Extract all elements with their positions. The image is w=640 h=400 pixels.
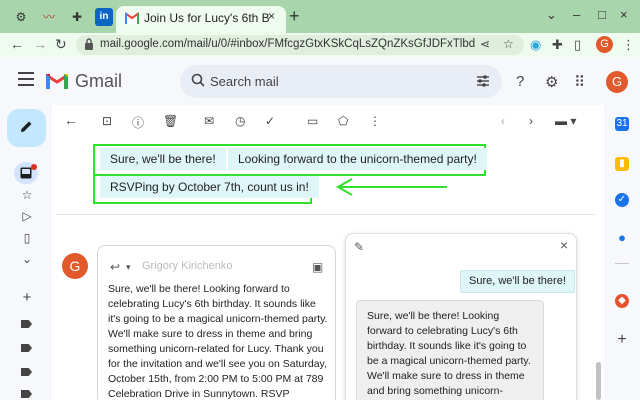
more-options-icon[interactable]: ⋮ [369, 114, 381, 128]
nav-sent-icon[interactable]: ▷ [20, 209, 34, 223]
label-icon[interactable]: ⬠ [338, 114, 348, 128]
nav-inbox[interactable] [14, 162, 38, 184]
tab-title: Join Us for Lucy's 6th Birt [144, 11, 270, 25]
label-tag-icon[interactable] [21, 344, 32, 352]
unread-dot [31, 164, 37, 170]
settings-gear-icon[interactable]: ⚙ [545, 73, 558, 91]
addon-icon[interactable]: ◆ [615, 294, 629, 308]
forward-icon[interactable]: → [33, 36, 47, 52]
maximize-icon[interactable]: □ [598, 7, 606, 22]
pencil-icon [21, 121, 32, 132]
move-to-icon[interactable]: ▭ [307, 114, 318, 128]
sender-avatar: G [62, 253, 88, 279]
suggestion-chip[interactable]: Looking forward to the unicorn-themed pa… [228, 148, 487, 170]
input-tools-icon[interactable]: ▬ ▾ [555, 114, 576, 128]
address-bar-row: ← → ↻ mail.google.com/mail/u/0/#inbox/FM… [0, 33, 640, 57]
url-text: mail.google.com/mail/u/0/#inbox/FMfcgzGt… [100, 38, 476, 50]
lock-icon [85, 38, 93, 50]
left-nav-rail: ☆ ▷ ▯ ⌄ + [0, 105, 52, 400]
nav-starred-icon[interactable]: ☆ [20, 188, 34, 202]
reply-arrow-icon[interactable]: ↩ [110, 260, 120, 274]
report-spam-icon[interactable]: ⓘ [132, 114, 144, 131]
extensions-puzzle-icon[interactable]: ✚ [552, 37, 563, 53]
scrollbar[interactable] [596, 362, 601, 400]
nav-drafts-icon[interactable]: ▯ [20, 231, 34, 245]
apps-grid-icon[interactable]: ⠿ [574, 73, 585, 91]
back-to-inbox-icon[interactable]: ← [64, 112, 78, 128]
add-label-icon[interactable]: + [20, 290, 34, 305]
pinned-tab-icon[interactable]: 〰 [40, 8, 58, 26]
panel-suggestion-chip[interactable]: Sure, we'll be there! [460, 270, 575, 293]
tab-search-icon[interactable]: ⌄ [546, 7, 557, 23]
account-avatar[interactable]: G [606, 71, 628, 93]
extension-icon[interactable]: ◉ [530, 37, 541, 53]
gmail-logo-icon [46, 73, 68, 89]
mark-unread-icon[interactable]: ✉ [204, 114, 214, 128]
nav-more-icon[interactable]: ⌄ [20, 252, 34, 266]
extensions-tab-icon[interactable]: ✚ [68, 8, 86, 26]
snooze-icon[interactable]: ◷ [235, 114, 245, 128]
suggestion-chip[interactable]: Sure, we'll be there! [100, 148, 226, 170]
suggestion-chip[interactable]: RSVPing by October 7th, count us in! [100, 176, 319, 198]
recipient-chip[interactable]: Grigory Kirichenko [142, 260, 232, 272]
gmail-favicon-icon [125, 12, 139, 24]
contacts-icon[interactable]: ● [615, 231, 629, 245]
panel-generated-text: Sure, we'll be there! Looking forward to… [356, 300, 544, 400]
share-icon[interactable]: ⋖ [480, 37, 490, 51]
pop-out-icon[interactable]: ▣ [312, 260, 323, 274]
delete-icon[interactable]: 🗑 [163, 114, 178, 128]
search-input[interactable] [210, 74, 450, 89]
edit-pencil-icon[interactable]: ✎ [354, 240, 364, 254]
browser-menu-icon[interactable]: ⋮ [622, 37, 635, 53]
newer-icon[interactable]: ‹ [501, 114, 505, 128]
gmail-header: Gmail ? ⚙ ⠿ G [0, 57, 640, 105]
annotation-arrow-icon [335, 178, 447, 196]
message-view: ← ⊡ ⓘ 🗑 ✉ ◷ ✓ ▭ ⬠ ⋮ ‹ › ▬ ▾ Sure, we'll … [52, 105, 604, 400]
linkedin-tab-icon[interactable]: in [95, 8, 113, 26]
profile-avatar-small[interactable]: G [596, 36, 613, 53]
calendar-icon[interactable]: 31 [615, 117, 629, 131]
archive-icon[interactable]: ⊡ [102, 114, 112, 128]
browser-tab-bar: ⚙ 〰 ✚ in Join Us for Lucy's 6th Birt × +… [0, 0, 640, 33]
keep-icon[interactable]: ▮ [615, 157, 629, 171]
label-tag-icon[interactable] [21, 368, 32, 376]
gmail-wordmark: Gmail [75, 71, 123, 91]
search-options-icon[interactable] [476, 74, 490, 88]
close-panel-icon[interactable]: × [560, 237, 568, 253]
bookmark-star-icon[interactable]: ☆ [503, 37, 514, 51]
tab-close-icon[interactable]: × [268, 9, 275, 23]
compose-button[interactable] [7, 109, 46, 147]
older-icon[interactable]: › [529, 114, 533, 128]
tasks-icon[interactable]: ✓ [615, 193, 629, 207]
get-addons-icon[interactable]: + [615, 332, 629, 348]
reload-icon[interactable]: ↻ [55, 36, 67, 53]
main-menu-icon[interactable] [18, 72, 34, 86]
label-tag-icon[interactable] [21, 390, 32, 398]
back-icon[interactable]: ← [10, 36, 24, 52]
search-bar[interactable] [180, 65, 502, 98]
reply-body-text[interactable]: Sure, we'll be there! Looking forward to… [108, 282, 330, 400]
reply-compose-box[interactable]: ↩ ▾ Grigory Kirichenko ▣ Sure, we'll be … [97, 245, 336, 400]
ai-reply-panel: ✎ × Sure, we'll be there! Sure, we'll be… [345, 233, 577, 400]
window-close-icon[interactable]: × [620, 7, 628, 22]
add-task-icon[interactable]: ✓ [265, 114, 275, 128]
minimize-icon[interactable]: – [573, 7, 580, 22]
rail-divider [615, 263, 629, 264]
label-tag-icon[interactable] [21, 320, 32, 328]
inbox-icon [20, 167, 32, 179]
help-icon[interactable]: ? [516, 73, 524, 90]
chatgpt-tab-icon[interactable]: ⚙ [12, 8, 30, 26]
tab-gmail-active[interactable]: Join Us for Lucy's 6th Birt × [116, 6, 286, 33]
divider [56, 214, 596, 215]
sidebar-icon[interactable]: ▯ [574, 37, 581, 53]
right-side-panel: 31 ▮ ✓ ● ◆ + [604, 105, 640, 400]
new-tab-button[interactable]: + [289, 6, 300, 27]
omnibox[interactable]: mail.google.com/mail/u/0/#inbox/FMfcgzGt… [76, 35, 524, 55]
search-icon[interactable] [191, 73, 205, 87]
reply-type-dropdown-icon[interactable]: ▾ [126, 262, 131, 273]
